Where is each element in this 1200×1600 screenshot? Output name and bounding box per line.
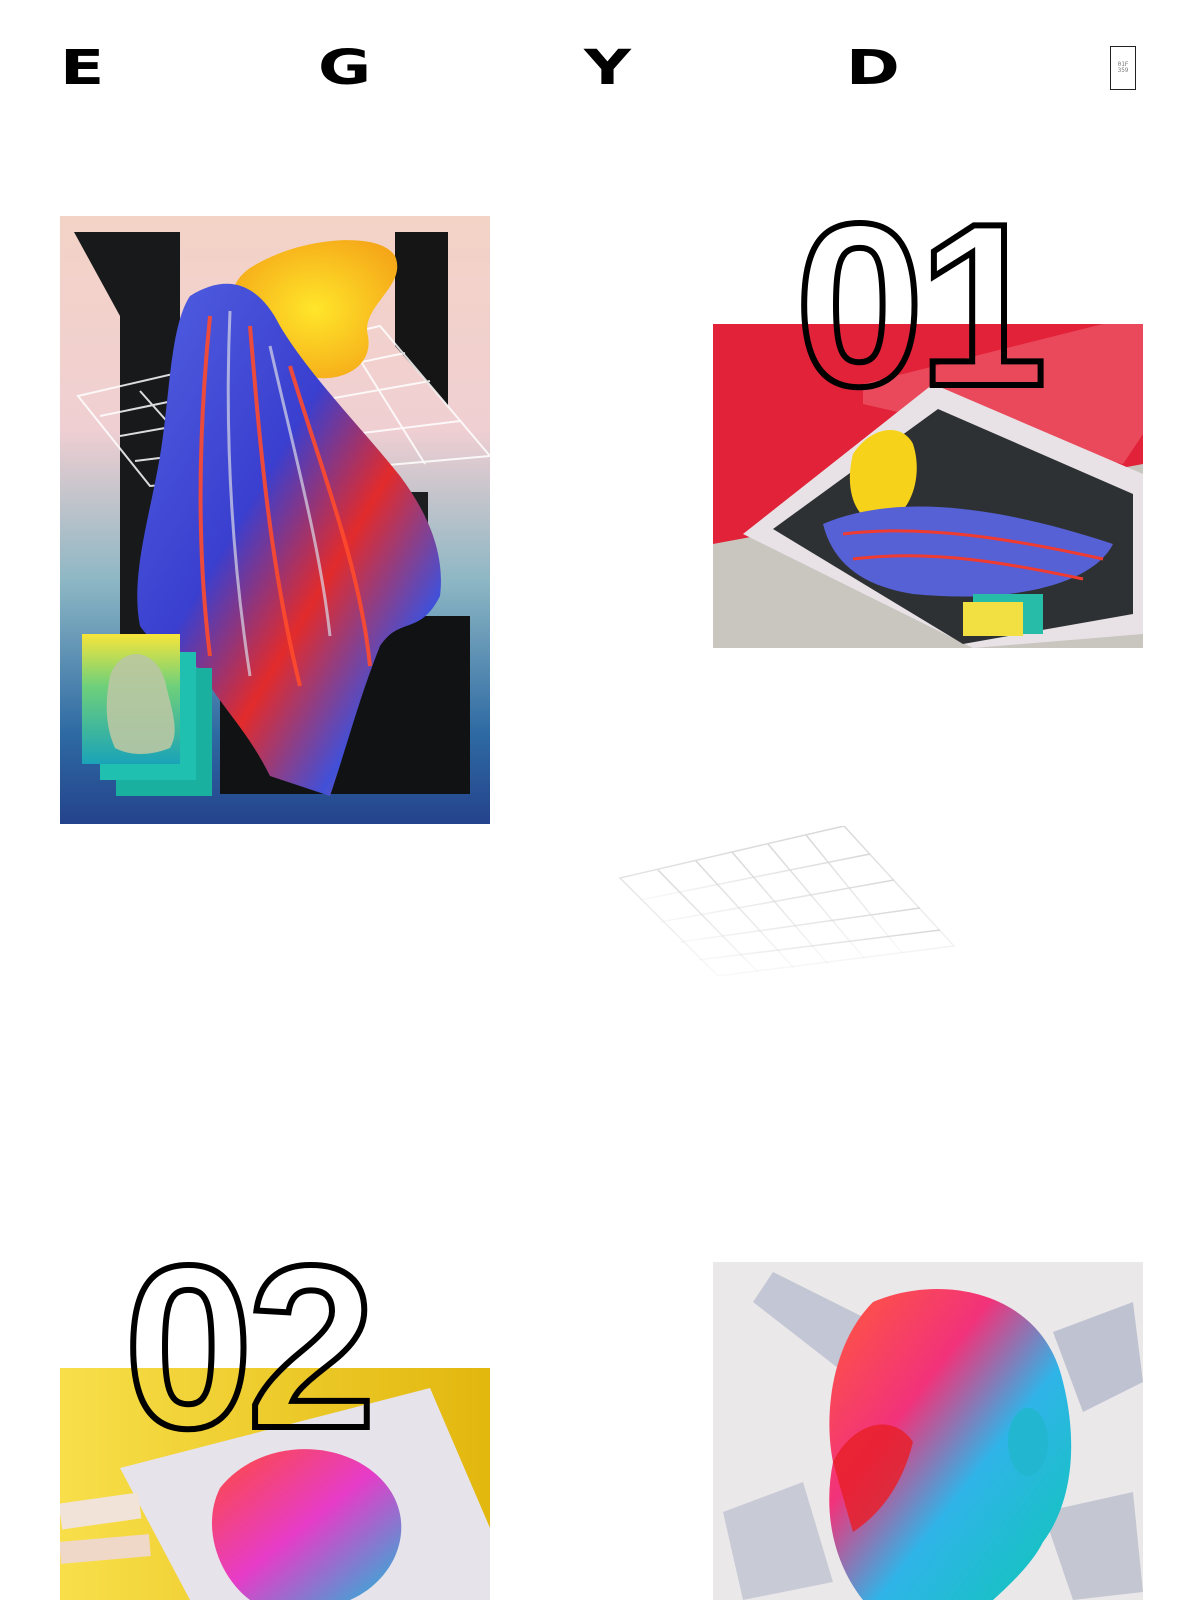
logo-letter-y[interactable]: Y: [584, 40, 634, 96]
logo-letter-e[interactable]: E: [60, 40, 107, 96]
grid-plane-icon: [618, 826, 958, 976]
menu-label: 01F 359: [1117, 61, 1129, 74]
project-01-number: 01: [792, 176, 1050, 435]
project-01-poster[interactable]: [60, 216, 490, 824]
project-02-poster[interactable]: [713, 1262, 1143, 1600]
logo-letter-g[interactable]: G: [318, 40, 374, 96]
logo-letter-d[interactable]: D: [846, 40, 902, 96]
project-02-number: 02: [121, 1218, 379, 1477]
menu-icon[interactable]: 01F 359: [1110, 46, 1136, 90]
